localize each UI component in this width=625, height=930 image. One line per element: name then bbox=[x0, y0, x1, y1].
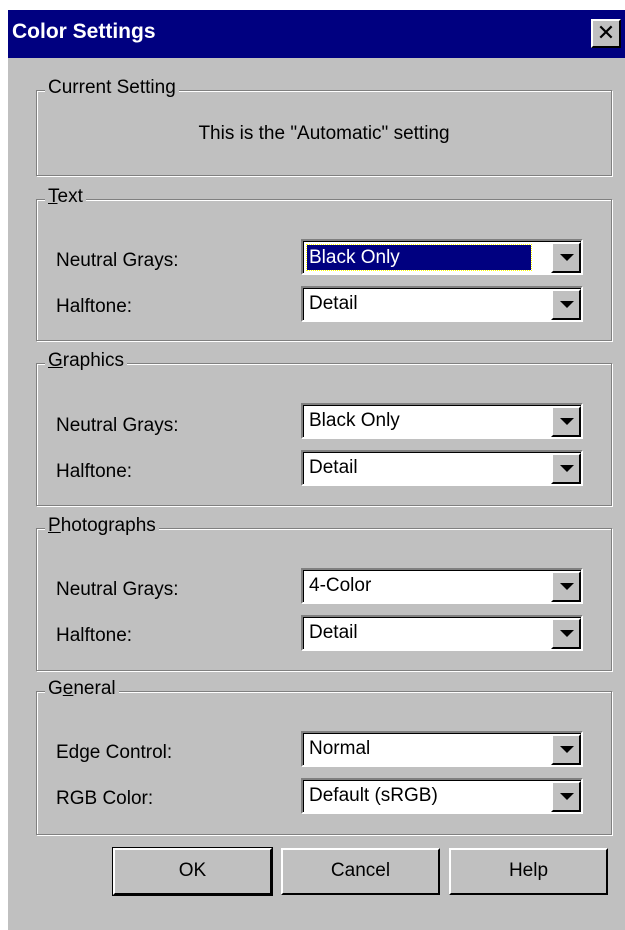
edge-control-value: Normal bbox=[309, 738, 371, 759]
chevron-down-icon[interactable] bbox=[551, 781, 581, 812]
chevron-down-icon[interactable] bbox=[551, 453, 581, 484]
current-setting-group: Current Setting This is the "Automatic" … bbox=[36, 77, 612, 176]
graphics-halftone-label: Halftone: bbox=[56, 461, 133, 482]
text-halftone-label: Halftone: bbox=[56, 296, 133, 317]
chevron-down-icon[interactable] bbox=[551, 406, 581, 437]
edge-control-label: Edge Control: bbox=[56, 742, 173, 763]
current-setting-text: This is the "Automatic" setting bbox=[198, 123, 450, 144]
title-bar: Color Settings ✕ bbox=[8, 10, 625, 58]
text-neutral-grays-select[interactable]: Black Only bbox=[301, 239, 583, 275]
text-neutral-grays-label: Neutral Grays: bbox=[56, 250, 179, 271]
current-setting-legend: Current Setting bbox=[45, 77, 179, 99]
chevron-down-icon[interactable] bbox=[551, 618, 581, 649]
photographs-halftone-label: Halftone: bbox=[56, 625, 133, 646]
graphics-neutral-grays-label: Neutral Grays: bbox=[56, 415, 179, 436]
graphics-legend: Graphics bbox=[45, 350, 128, 372]
graphics-group: Graphics Neutral Grays: Black Only Halft… bbox=[36, 350, 612, 506]
text-halftone-value: Detail bbox=[309, 293, 358, 314]
general-legend: General bbox=[45, 678, 119, 700]
close-button[interactable]: ✕ bbox=[591, 19, 621, 48]
chevron-down-icon[interactable] bbox=[551, 571, 581, 602]
general-group: General Edge Control: Normal RGB Color: … bbox=[36, 678, 612, 835]
chevron-down-icon[interactable] bbox=[551, 734, 581, 765]
text-group: Text Neutral Grays: Black Only Halftone:… bbox=[36, 186, 612, 341]
cancel-button[interactable]: Cancel bbox=[281, 848, 440, 895]
text-legend: Text bbox=[45, 186, 86, 208]
photographs-halftone-value: Detail bbox=[309, 622, 358, 643]
photographs-group: Photographs Neutral Grays: 4-Color Halft… bbox=[36, 515, 612, 671]
help-button[interactable]: Help bbox=[449, 848, 608, 895]
photographs-halftone-select[interactable]: Detail bbox=[301, 615, 583, 651]
chevron-down-icon[interactable] bbox=[551, 242, 581, 273]
rgb-color-select[interactable]: Default (sRGB) bbox=[301, 778, 583, 814]
color-settings-dialog: Color Settings ✕ Current Setting This is… bbox=[8, 10, 625, 930]
rgb-color-value: Default (sRGB) bbox=[309, 785, 438, 806]
graphics-neutral-grays-select[interactable]: Black Only bbox=[301, 403, 583, 439]
graphics-neutral-grays-value: Black Only bbox=[309, 410, 400, 431]
text-halftone-select[interactable]: Detail bbox=[301, 286, 583, 322]
rgb-color-label: RGB Color: bbox=[56, 788, 154, 809]
graphics-halftone-value: Detail bbox=[309, 457, 358, 478]
chevron-down-icon[interactable] bbox=[551, 289, 581, 320]
text-neutral-grays-value: Black Only bbox=[306, 244, 532, 271]
photographs-neutral-grays-value: 4-Color bbox=[309, 575, 372, 596]
edge-control-select[interactable]: Normal bbox=[301, 731, 583, 767]
window-title: Color Settings bbox=[12, 20, 156, 43]
ok-button[interactable]: OK bbox=[112, 847, 273, 896]
photographs-neutral-grays-label: Neutral Grays: bbox=[56, 579, 179, 600]
photographs-neutral-grays-select[interactable]: 4-Color bbox=[301, 568, 583, 604]
graphics-halftone-select[interactable]: Detail bbox=[301, 450, 583, 486]
close-icon: ✕ bbox=[596, 20, 616, 45]
photographs-legend: Photographs bbox=[45, 515, 159, 537]
